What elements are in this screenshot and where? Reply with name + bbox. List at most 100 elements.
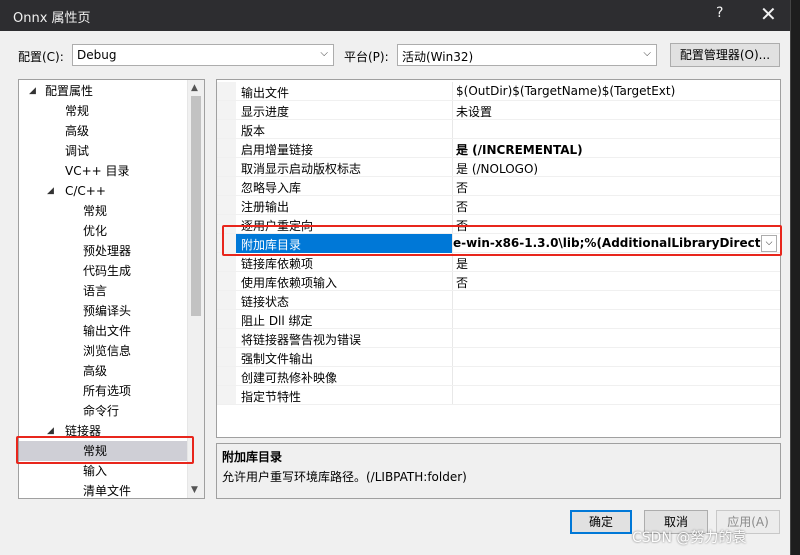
tree-item[interactable]: 预处理器 [19,241,188,261]
tree-item[interactable]: 清单文件 [19,481,188,498]
tree-item[interactable]: ◢ 链接器 [19,421,188,441]
column-divider [452,310,453,328]
row-gutter [217,234,236,252]
property-name: 版本 [241,124,266,138]
property-row[interactable]: 逐用户重定向 否 [217,215,780,234]
property-name: 忽略导入库 [241,181,302,195]
column-divider [452,215,453,233]
scroll-down-icon[interactable]: ▼ [191,485,198,495]
window-title: Onnx 属性页 [13,11,91,26]
tree-item[interactable]: 所有选项 [19,381,188,401]
platform-value: 活动(Win32) [402,50,474,64]
column-divider [452,196,453,214]
property-pages-dialog: Onnx 属性页 ? ✕ 配置(C): Debug ⌵ 平台(P): 活动(Wi… [0,0,791,555]
row-gutter [217,272,236,290]
ok-button[interactable]: 确定 [570,510,632,534]
property-row[interactable]: 使用库依赖项输入 否 [217,272,780,291]
property-row[interactable]: 启用增量链接 是 (/INCREMENTAL) [217,139,780,158]
row-gutter [217,310,236,328]
row-gutter [217,120,236,138]
tree-item[interactable]: 命令行 [19,401,188,421]
expand-toggle-icon[interactable]: ◢ [47,421,54,441]
expand-toggle-icon[interactable]: ◢ [47,181,54,201]
property-value[interactable]: e-win-x86-1.3.0\lib;%(AdditionalLibraryD… [453,236,764,250]
column-divider [452,329,453,347]
config-value: Debug [77,48,117,62]
property-name: 注册输出 [241,200,290,214]
row-gutter [217,158,236,176]
tree-item[interactable]: 高级 [19,121,188,141]
property-row[interactable]: 忽略导入库 否 [217,177,780,196]
tree-item[interactable]: ◢ C/C++ [19,181,188,201]
tree-item[interactable]: 代码生成 [19,261,188,281]
property-row[interactable]: 指定节特性 [217,386,780,405]
chevron-down-icon: ⌵ [320,48,328,59]
tree-item-label: VC++ 目录 [65,164,130,178]
property-name: 强制文件输出 [241,352,314,366]
row-gutter [217,329,236,347]
tree-item-label: 预处理器 [83,244,132,258]
close-icon[interactable]: ✕ [760,2,777,26]
scroll-thumb[interactable] [191,96,201,316]
tree-item[interactable]: 常规 [19,201,188,221]
property-row[interactable]: 将链接器警告视为错误 [217,329,780,348]
property-row[interactable]: 取消显示启动版权标志 是 (/NOLOGO) [217,158,780,177]
column-divider [452,348,453,366]
property-name: 创建可热修补映像 [241,371,338,385]
watermark: CSDN @努力的袁 [632,530,747,546]
scroll-up-icon[interactable]: ▲ [191,83,198,93]
tree-item[interactable]: 输入 [19,461,188,481]
platform-select[interactable]: 活动(Win32) ⌵ [397,44,657,66]
column-divider [452,158,453,176]
row-gutter [217,291,236,309]
config-label: 配置(C): [18,50,64,64]
property-row[interactable]: 创建可热修补映像 [217,367,780,386]
description-text: 允许用户重写环境库路径。(/LIBPATH:folder) [222,470,467,484]
tree-item[interactable]: 输出文件 [19,321,188,341]
property-value: 否 [456,276,469,290]
property-row[interactable]: 显示进度 未设置 [217,101,780,120]
tree-item-label: 高级 [65,124,90,138]
property-value: 未设置 [456,105,493,119]
property-row[interactable]: 链接状态 [217,291,780,310]
column-divider [452,177,453,195]
tree-item-label: 常规 [65,104,90,118]
property-row[interactable]: 附加库目录 e-win-x86-1.3.0\lib;%(AdditionalLib… [217,234,780,253]
property-value: 是 (/NOLOGO) [456,162,539,176]
property-grid: 输出文件 $(OutDir)$(TargetName)$(TargetExt) 显示… [216,79,781,438]
property-row[interactable]: 输出文件 $(OutDir)$(TargetName)$(TargetExt) [217,82,780,101]
platform-label: 平台(P): [344,50,389,64]
tree-item[interactable]: 优化 [19,221,188,241]
property-name: 取消显示启动版权标志 [241,162,362,176]
tree-item[interactable]: 浏览信息 [19,341,188,361]
property-row[interactable]: 版本 [217,120,780,139]
tree-item[interactable]: 调试 [19,141,188,161]
tree-item[interactable]: 语言 [19,281,188,301]
property-name: 使用库依赖项输入 [241,276,338,290]
help-icon[interactable]: ? [716,5,723,21]
property-row[interactable]: 强制文件输出 [217,348,780,367]
expand-toggle-icon[interactable]: ◢ [29,81,36,101]
config-manager-button[interactable]: 配置管理器(O)... [670,43,780,67]
property-row[interactable]: 链接库依赖项 是 [217,253,780,272]
description-title: 附加库目录 [222,450,283,464]
tree-item[interactable]: 高级 [19,361,188,381]
config-select[interactable]: Debug ⌵ [72,44,334,66]
property-row[interactable]: 阻止 Dll 绑定 [217,310,780,329]
column-divider [452,291,453,309]
background-edge [790,0,800,555]
tree-item[interactable]: VC++ 目录 [19,161,188,181]
tree-item[interactable]: 常规 [19,101,188,121]
tree-item-label: 所有选项 [83,384,132,398]
chevron-down-icon[interactable]: ⌵ [761,235,777,252]
tree-item-label: 常规 [83,444,108,458]
property-row[interactable]: 注册输出 否 [217,196,780,215]
tree-item-label: 常规 [83,204,108,218]
tree-item[interactable]: 预编译头 [19,301,188,321]
tree-item[interactable]: ◢ 配置属性 [19,81,188,101]
tree-scrollbar[interactable]: ▲ ▼ [187,80,204,498]
tree-item[interactable]: 常规 [19,441,188,461]
property-name: 显示进度 [241,105,290,119]
row-gutter [217,348,236,366]
property-name: 输出文件 [241,86,290,100]
